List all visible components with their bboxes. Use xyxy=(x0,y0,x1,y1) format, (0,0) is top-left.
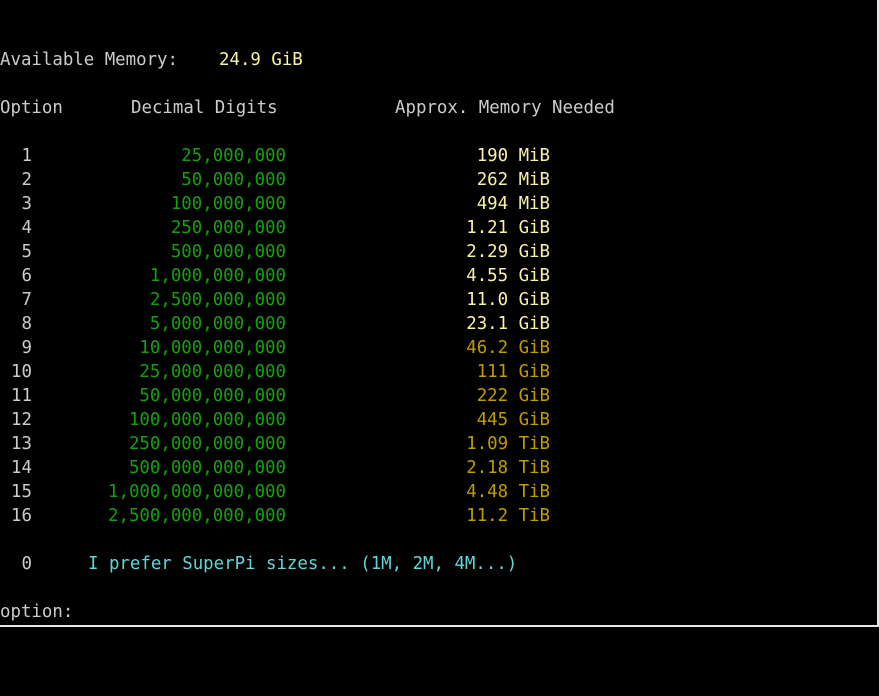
row-memory-needed: 4.48 TiB xyxy=(466,482,550,502)
header-decimal-digits: Decimal Digits xyxy=(131,98,278,118)
header-option: Option xyxy=(0,98,63,118)
superpi-line[interactable]: 0 I prefer SuperPi sizes... (1M, 2M, 4M.… xyxy=(0,552,518,576)
available-memory-label: Available Memory: xyxy=(0,50,178,70)
available-memory-line: Available Memory: 24.9 GiB xyxy=(0,48,303,72)
row-memory-needed: 111 GiB xyxy=(476,362,550,382)
row-memory-needed: 1.09 TiB xyxy=(466,434,550,454)
table-header: Option Decimal Digits Approx. Memory Nee… xyxy=(0,96,615,120)
prompt-label: option: xyxy=(0,602,74,622)
row-memory-needed: 11.0 GiB xyxy=(466,290,550,310)
row-memory-needed: 445 GiB xyxy=(476,410,550,430)
row-memory-needed: 46.2 GiB xyxy=(466,338,550,358)
row-memory-needed: 2.18 TiB xyxy=(466,458,550,478)
row-memory-needed: 262 MiB xyxy=(476,170,550,190)
row-memory-needed: 222 GiB xyxy=(476,386,550,406)
available-memory-value: 24.9 GiB xyxy=(219,50,303,70)
option-prompt[interactable]: option: xyxy=(0,600,73,624)
superpi-option-text: I prefer SuperPi sizes... (1M, 2M, 4M...… xyxy=(88,554,518,574)
row-memory-needed: 23.1 GiB xyxy=(466,314,550,334)
row-memory-needed: 11.2 TiB xyxy=(466,506,550,526)
row-memory-needed: 190 MiB xyxy=(476,146,550,166)
row-memory-needed: 2.29 GiB xyxy=(466,242,550,262)
terminal-window[interactable]: Available Memory: 24.9 GiB Option Decima… xyxy=(0,0,879,627)
header-memory-needed: Approx. Memory Needed xyxy=(395,98,615,118)
row-memory-needed: 4.55 GiB xyxy=(466,266,550,286)
superpi-option-number: 0 xyxy=(21,554,32,574)
row-memory-needed: 1.21 GiB xyxy=(466,218,550,238)
row-memory-needed: 494 MiB xyxy=(476,194,550,214)
